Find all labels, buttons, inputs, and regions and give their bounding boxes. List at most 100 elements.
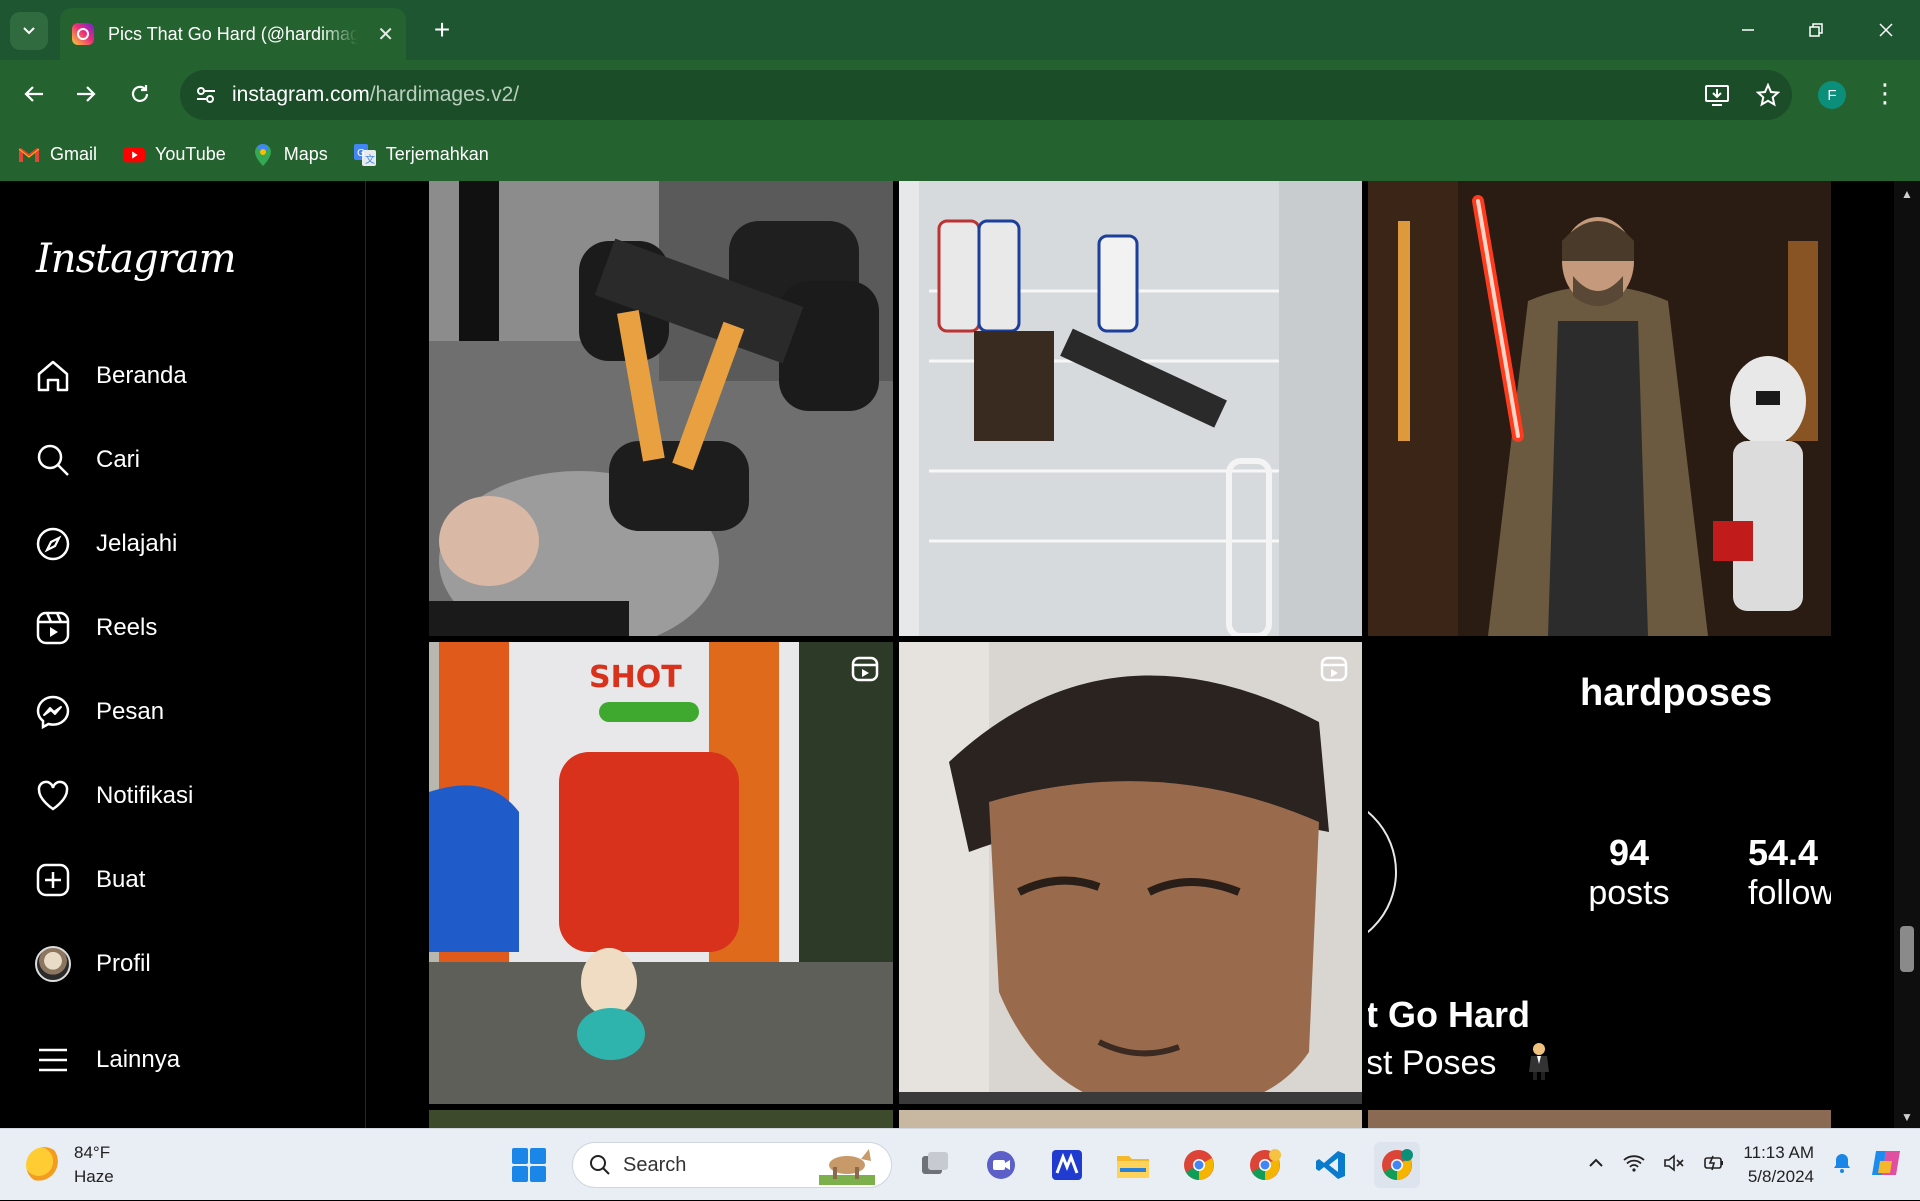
nav-item-cari[interactable]: Cari — [34, 435, 140, 485]
system-tray: 11:13 AM 5/8/2024 — [1587, 1129, 1920, 1201]
bookmark-translate[interactable]: G文 Terjemahkan — [353, 143, 489, 166]
page-scrollbar[interactable]: ▲ ▼ — [1894, 181, 1920, 1128]
create-icon — [34, 861, 72, 899]
nav-item-reels[interactable]: Reels — [34, 603, 157, 653]
inflatable-photo: SHOT — [429, 642, 893, 1104]
svg-text:G: G — [357, 148, 365, 159]
chrome-icon — [1382, 1149, 1413, 1180]
profile-avatar-button[interactable]: F — [1818, 81, 1846, 109]
instagram-sidebar: Instagram Beranda Cari Jelajahi Reels Pe… — [0, 181, 366, 1128]
chrome-profile-button[interactable] — [1242, 1142, 1288, 1188]
nav-label: Beranda — [96, 362, 187, 389]
start-button[interactable] — [506, 1142, 552, 1188]
nav-label: Lainnya — [96, 1046, 181, 1073]
nav-item-notifikasi[interactable]: Notifikasi — [34, 771, 193, 821]
post-thumbnail-row3-3[interactable] — [1368, 1110, 1831, 1128]
menu-icon — [34, 1041, 72, 1079]
profile-ring-graphic — [1368, 810, 1397, 934]
post-thumbnail-row3-1[interactable] — [429, 1110, 893, 1128]
avatar — [35, 946, 71, 982]
post-thumbnail-row3-2[interactable] — [899, 1110, 1362, 1128]
tab-search-button[interactable] — [10, 12, 48, 50]
nav-item-lainnya[interactable]: Lainnya — [34, 1035, 180, 1085]
post-grid: SHOT hardposes 94 posts 54.4 follow t Go… — [429, 181, 1831, 1128]
bookmark-star-icon[interactable] — [1756, 83, 1780, 107]
haze-sun-icon — [26, 1147, 62, 1183]
vscode-icon — [1316, 1151, 1345, 1179]
gmail-icon — [18, 144, 40, 166]
browser-toolbar: instagram.com/hardimages.v2/ F ⋮ — [0, 60, 1920, 128]
reload-icon — [131, 85, 149, 102]
scroll-down-arrow-icon[interactable]: ▼ — [1901, 1110, 1913, 1124]
weather-widget[interactable]: 84°F Haze — [26, 1141, 114, 1189]
active-tab[interactable]: Pics That Go Hard (@hardimages.v2) • Ins… — [60, 8, 406, 60]
browser-menu-icon[interactable]: ⋮ — [1872, 78, 1898, 109]
search-icon — [590, 1155, 610, 1175]
bookmark-label: YouTube — [155, 144, 226, 164]
weather-condition: Haze — [74, 1167, 114, 1186]
url-text: instagram.com/hardimages.v2/ — [232, 83, 519, 107]
tab-title: Pics That Go Hard (@hardimages.v2) • Ins… — [108, 23, 358, 44]
vscode-button[interactable] — [1308, 1142, 1354, 1188]
nav-item-beranda[interactable]: Beranda — [34, 351, 187, 401]
bookmark-gmail[interactable]: Gmail — [18, 144, 97, 166]
app-button-m[interactable] — [1044, 1142, 1090, 1188]
copilot-icon[interactable] — [1870, 1147, 1902, 1184]
new-tab-button[interactable]: + — [424, 12, 460, 48]
task-view-button[interactable] — [912, 1142, 958, 1188]
reels-icon — [34, 609, 72, 647]
m-app-icon — [1052, 1150, 1082, 1180]
bookmark-label: Gmail — [50, 144, 98, 164]
install-app-icon[interactable] — [1704, 83, 1730, 107]
promo-followers-label: follow — [1748, 874, 1831, 912]
haircut-photo — [899, 642, 1362, 1104]
notification-bell-icon[interactable] — [1832, 1152, 1852, 1179]
file-explorer-button[interactable] — [1110, 1142, 1156, 1188]
arrow-right-icon — [77, 86, 96, 102]
post-thumbnail-jedi[interactable] — [1368, 181, 1831, 636]
chrome-active-button[interactable] — [1374, 1142, 1420, 1188]
chrome-button[interactable] — [1176, 1142, 1222, 1188]
wifi-icon[interactable] — [1623, 1154, 1646, 1177]
nav-item-jelajahi[interactable]: Jelajahi — [34, 519, 177, 569]
tab-close-icon[interactable]: ✕ — [377, 22, 394, 47]
forward-button[interactable] — [66, 74, 106, 114]
nav-item-profil[interactable]: Profil — [34, 939, 151, 989]
site-info-button[interactable] — [186, 75, 226, 115]
nav-label: Cari — [96, 446, 141, 473]
nav-item-buat[interactable]: Buat — [34, 855, 145, 905]
windows-taskbar: 84°F Haze Search 11:13 AM 5/8/2024 — [0, 1128, 1920, 1200]
scrollbar-thumb[interactable] — [1900, 926, 1914, 972]
back-button[interactable] — [14, 74, 54, 114]
instagram-logo[interactable]: Instagram — [36, 236, 237, 282]
nav-label: Jelajahi — [96, 530, 178, 557]
post-thumbnail-inflatable[interactable]: SHOT — [429, 642, 893, 1104]
post-thumbnail-fridge[interactable] — [899, 181, 1362, 636]
scroll-up-arrow-icon[interactable]: ▲ — [1901, 187, 1913, 201]
close-window-button[interactable] — [1862, 10, 1910, 50]
promo-followers-count: 54.4 — [1748, 832, 1819, 873]
restore-icon — [1809, 23, 1823, 37]
restore-button[interactable] — [1792, 10, 1840, 50]
minimize-button[interactable] — [1724, 10, 1772, 50]
battery-charging-icon[interactable] — [1703, 1152, 1725, 1179]
reel-badge-icon — [1320, 656, 1348, 682]
nav-label: Notifikasi — [96, 782, 194, 809]
post-thumbnail-gym[interactable] — [429, 181, 893, 636]
nav-item-pesan[interactable]: Pesan — [34, 687, 164, 737]
speaker-muted-icon[interactable] — [1663, 1153, 1685, 1177]
bookmark-youtube[interactable]: YouTube — [123, 144, 226, 166]
post-thumbnail-haircut[interactable] — [899, 642, 1362, 1104]
clock[interactable]: 11:13 AM 5/8/2024 — [1743, 1141, 1814, 1189]
bookmark-maps[interactable]: Maps — [252, 143, 328, 166]
promo-username: hardposes — [1580, 672, 1773, 714]
chevron-up-icon[interactable] — [1587, 1154, 1605, 1177]
post-thumbnail-hardposes[interactable]: hardposes 94 posts 54.4 follow t Go Hard… — [1368, 642, 1831, 1104]
messenger-icon — [34, 693, 72, 731]
reload-button[interactable] — [120, 74, 160, 114]
minimize-icon — [1742, 29, 1754, 31]
home-icon — [34, 357, 72, 395]
taskbar-search[interactable]: Search — [572, 1142, 892, 1188]
address-bar[interactable]: instagram.com/hardimages.v2/ — [180, 70, 1792, 120]
teams-meet-button[interactable] — [978, 1142, 1024, 1188]
